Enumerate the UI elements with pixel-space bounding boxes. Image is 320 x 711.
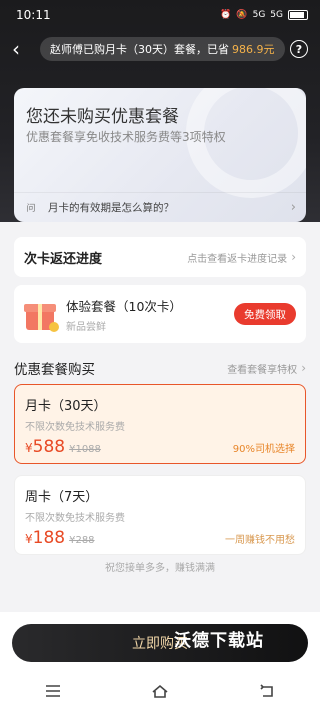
help-icon[interactable]: ?	[290, 40, 308, 58]
plan-original-price: ¥1088	[69, 444, 101, 455]
promo-subtitle: 优惠套餐享免收技术服务费等3项特权	[26, 130, 226, 144]
plan-weekly[interactable]: 周卡（7天） 不限次数免技术服务费 ¥188 ¥288 一周赚钱不用愁	[14, 475, 306, 555]
status-icons: ⏰ 🔕 5G 5G	[220, 10, 308, 20]
packages-section-header: 优惠套餐购买 查看套餐享特权 ›	[14, 357, 306, 379]
banner-amount: 986.9元	[232, 43, 275, 56]
banner-text: 赵师傅已购月卡（30天）套餐，已省	[50, 43, 229, 56]
main-content: 次卡返还进度 点击查看返卡进度记录 › 体验套餐（10次卡） 新品尝鲜 免费领取…	[0, 222, 320, 622]
gift-icon	[24, 298, 59, 332]
faq-row[interactable]: 问 月卡的有效期是怎么算的？ ›	[14, 192, 306, 222]
alarm-icon: ⏰	[220, 10, 232, 20]
signal-5g-1: 5G	[252, 10, 266, 20]
section-title: 优惠套餐购买	[14, 362, 95, 378]
status-bar: 10:11 ⏰ 🔕 5G 5G	[0, 0, 320, 30]
plan-desc: 不限次数免技术服务费	[25, 513, 125, 524]
top-nav: ‹ 赵师傅已购月卡（30天）套餐，已省 986.9元 ?	[0, 33, 320, 65]
claim-free-button[interactable]: 免费领取	[234, 303, 296, 325]
plan-original-price: ¥288	[69, 535, 95, 546]
plan-tag: 90%司机选择	[232, 444, 295, 455]
plan-desc: 不限次数免技术服务费	[25, 422, 125, 433]
plan-price: ¥588	[25, 437, 66, 457]
refund-progress-card[interactable]: 次卡返还进度 点击查看返卡进度记录 ›	[14, 237, 306, 277]
back-nav-icon[interactable]	[247, 681, 287, 701]
chevron-right-icon: ›	[291, 250, 296, 264]
plan-name: 月卡（30天）	[25, 399, 107, 414]
plan-price: ¥188	[25, 528, 66, 548]
system-nav-bar	[0, 676, 320, 706]
watermark: 沃德下载站	[174, 631, 264, 651]
trial-title: 体验套餐（10次卡）	[66, 298, 182, 314]
home-icon[interactable]	[140, 681, 180, 701]
back-arrow-icon[interactable]: ‹	[12, 39, 34, 59]
promo-title: 您还未购买优惠套餐	[26, 107, 179, 127]
purchase-banner: 赵师傅已购月卡（30天）套餐，已省 986.9元	[40, 37, 285, 61]
menu-icon[interactable]	[33, 681, 73, 701]
chevron-right-icon: ›	[290, 200, 296, 215]
trial-subtitle: 新品尝鲜	[66, 321, 106, 333]
footer-note: 祝您接单多多，赚钱满满	[105, 563, 215, 574]
battery-icon	[288, 10, 308, 20]
promo-card: 您还未购买优惠套餐 优惠套餐享免收技术服务费等3项特权 问 月卡的有效期是怎么算…	[14, 88, 306, 222]
question-badge: 问	[26, 204, 36, 214]
refund-title: 次卡返还进度	[24, 251, 103, 267]
trial-package-card: 体验套餐（10次卡） 新品尝鲜 免费领取	[14, 285, 306, 343]
faq-text: 月卡的有效期是怎么算的？	[48, 202, 174, 214]
plan-monthly[interactable]: 月卡（30天） 不限次数免技术服务费 ¥588 ¥1088 90%司机选择	[14, 384, 306, 464]
view-privileges-link[interactable]: 查看套餐享特权	[227, 361, 297, 376]
refund-link[interactable]: 点击查看返卡进度记录	[187, 250, 287, 265]
plan-name: 周卡（7天）	[25, 490, 99, 505]
chevron-right-icon: ›	[301, 361, 306, 375]
signal-5g-2: 5G	[270, 10, 283, 20]
status-time: 10:11	[16, 8, 51, 22]
plan-tag: 一周赚钱不用愁	[225, 535, 295, 546]
mute-icon: 🔕	[236, 10, 248, 20]
